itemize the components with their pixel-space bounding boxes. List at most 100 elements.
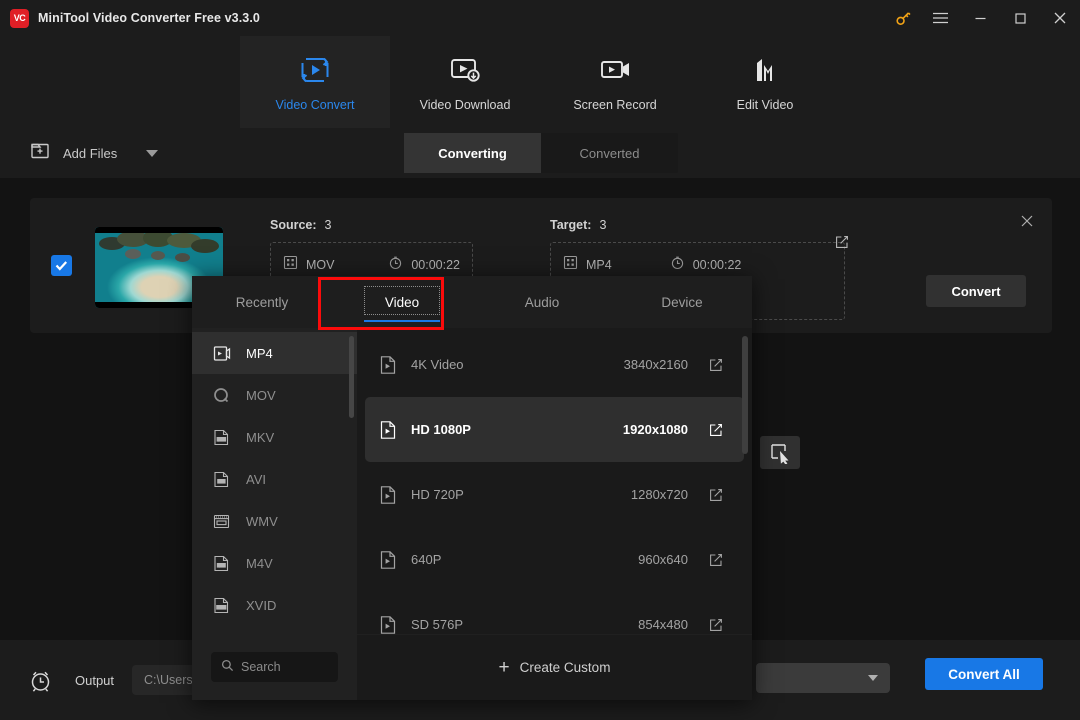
format-item-asf[interactable]: ASF — [192, 626, 357, 634]
resolution-name: SD 576P — [411, 617, 464, 632]
format-item-avi[interactable]: AVI AVI — [192, 458, 357, 500]
nav-tab-video-download[interactable]: Video Download — [390, 36, 540, 128]
video-file-icon — [365, 355, 411, 375]
convert-button[interactable]: Convert — [926, 275, 1026, 307]
format-tab-video[interactable]: Video — [332, 276, 472, 328]
format-item-mkv[interactable]: MKV MKV — [192, 416, 357, 458]
remove-file-icon[interactable] — [1020, 214, 1034, 233]
m4v-file-icon: M4V — [210, 554, 232, 573]
resolution-name: HD 720P — [411, 487, 464, 502]
file-select-checkbox[interactable] — [51, 255, 72, 276]
format-item-wmv[interactable]: WMV — [192, 500, 357, 542]
resolution-item-hd-720p[interactable]: HD 720P 1280x720 — [365, 462, 744, 527]
chevron-down-icon[interactable] — [146, 149, 159, 157]
chevron-down-icon — [868, 675, 878, 681]
resolution-name: 4K Video — [411, 357, 464, 372]
format-item-mp4[interactable]: MP4 — [192, 332, 357, 374]
format-label: XVID — [246, 597, 277, 613]
resolution-list-scrollbar[interactable] — [742, 336, 748, 454]
format-label: M4V — [246, 555, 273, 571]
svg-text:MKV: MKV — [217, 437, 226, 441]
preset-select[interactable] — [756, 663, 890, 693]
video-file-icon — [365, 485, 411, 505]
resolution-item-sd-576p[interactable]: SD 576P 854x480 — [365, 592, 744, 634]
focus-ring — [364, 286, 440, 315]
avi-file-icon: AVI — [210, 470, 232, 489]
video-file-icon — [365, 420, 411, 440]
format-tab-device[interactable]: Device — [612, 276, 752, 328]
app-logo-icon: VC — [10, 8, 29, 28]
minimize-icon[interactable] — [960, 0, 1000, 36]
resolution-list-pane: 4K Video 3840x2160 HD 1080P 1920x1080 HD… — [357, 328, 752, 700]
format-label: AVI — [246, 471, 266, 487]
resolution-name: 640P — [411, 552, 442, 567]
resolution-dimensions: 1920x1080 — [622, 422, 688, 437]
format-panel-body: MP4 MOV MKV MKV AVI AVI WMV M4V M4V XVID… — [192, 328, 752, 700]
xvid-file-icon: XVID — [210, 596, 232, 615]
edit-resolution-icon[interactable] — [688, 488, 744, 502]
search-input[interactable]: Search — [211, 652, 338, 682]
maximize-icon[interactable] — [1000, 0, 1040, 36]
alarm-clock-icon[interactable] — [28, 668, 53, 693]
search-placeholder: Search — [241, 660, 281, 674]
search-icon — [221, 659, 234, 675]
video-file-icon — [365, 615, 411, 635]
edit-resolution-icon[interactable] — [688, 553, 744, 567]
plus-icon: + — [498, 657, 510, 678]
nav-tab-screen-record[interactable]: Screen Record — [540, 36, 690, 128]
format-icon — [283, 255, 298, 275]
resolution-item-hd-1080p[interactable]: HD 1080P 1920x1080 — [365, 397, 744, 462]
target-format: MP4 — [586, 258, 612, 272]
format-item-m4v[interactable]: M4V M4V — [192, 542, 357, 584]
format-list-pane: MP4 MOV MKV MKV AVI AVI WMV M4V M4V XVID… — [192, 328, 357, 700]
select-target-format-button[interactable] — [760, 436, 800, 469]
add-files-label: Add Files — [63, 145, 118, 161]
wmv-file-icon — [210, 512, 232, 531]
format-icon — [563, 255, 578, 275]
mov-file-icon — [210, 386, 232, 405]
format-label: MP4 — [246, 345, 273, 361]
edit-resolution-icon[interactable] — [688, 358, 744, 372]
format-tab-recently[interactable]: Recently — [192, 276, 332, 328]
main-nav: Video Convert Video Download Screen Reco… — [0, 36, 1080, 128]
target-duration: 00:00:22 — [692, 258, 742, 272]
format-label: WMV — [246, 513, 278, 529]
source-count: 3 — [324, 218, 332, 232]
add-files-button[interactable]: Add Files — [30, 140, 159, 166]
edit-resolution-icon[interactable] — [688, 423, 744, 437]
format-category-tabs: Recently Video Audio Device — [192, 276, 752, 328]
format-item-xvid[interactable]: XVID XVID — [192, 584, 357, 626]
resolution-item-640p[interactable]: 640P 960x640 — [365, 527, 744, 592]
video-convert-icon — [297, 53, 333, 85]
tab-converting[interactable]: Converting — [404, 133, 541, 173]
format-item-mov[interactable]: MOV — [192, 374, 357, 416]
resolution-dimensions: 1280x720 — [630, 487, 688, 502]
source-format: MOV — [306, 258, 335, 272]
edit-target-icon[interactable] — [835, 235, 849, 254]
mp4-file-icon — [210, 344, 232, 363]
hamburger-menu-icon[interactable] — [920, 0, 960, 36]
edit-resolution-icon[interactable] — [688, 618, 744, 632]
tab-converted[interactable]: Converted — [541, 133, 678, 173]
format-list-scrollbar[interactable] — [349, 336, 354, 418]
key-icon[interactable] — [886, 0, 920, 36]
target-count: 3 — [599, 218, 607, 232]
app-title: MiniTool Video Converter Free v3.3.0 — [38, 11, 260, 25]
target-heading: Target: 3 — [550, 218, 607, 232]
nav-tab-edit-video[interactable]: Edit Video — [690, 36, 840, 128]
nav-tab-video-convert[interactable]: Video Convert — [240, 36, 390, 128]
format-tab-audio[interactable]: Audio — [472, 276, 612, 328]
active-tab-underline — [364, 319, 440, 322]
resolution-dimensions: 854x480 — [638, 617, 688, 632]
screen-record-icon — [597, 53, 633, 85]
toolbar: Add Files Converting Converted — [0, 128, 1080, 178]
add-file-icon — [30, 140, 52, 166]
video-download-icon — [447, 53, 483, 85]
svg-text:XVID: XVID — [217, 605, 225, 609]
resolution-item-4k[interactable]: 4K Video 3840x2160 — [365, 332, 744, 397]
resolution-name: HD 1080P — [411, 422, 471, 437]
close-icon[interactable] — [1040, 0, 1080, 36]
convert-all-button[interactable]: Convert All — [925, 658, 1043, 690]
nav-tab-label: Video Download — [419, 97, 511, 112]
create-custom-button[interactable]: + Create Custom — [357, 634, 752, 700]
